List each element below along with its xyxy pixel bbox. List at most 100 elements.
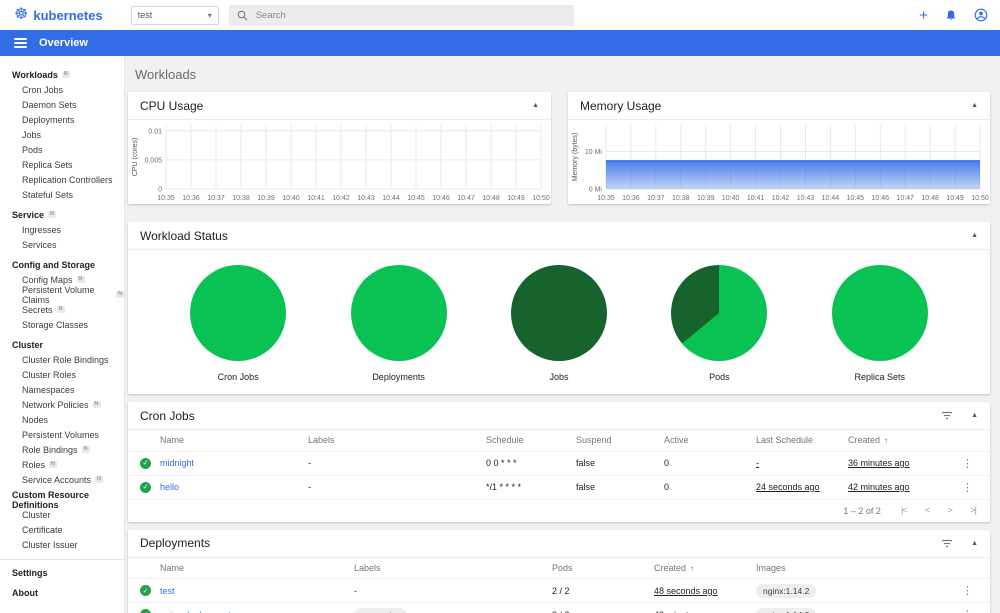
resource-name-link[interactable]: test [160,586,175,596]
relative-time-link[interactable]: 48 seconds ago [654,586,718,596]
memory-usage-title: Memory Usage [580,98,662,113]
row-menu-kebab-icon[interactable]: ⋮ [962,482,973,494]
column-header-name[interactable]: Name [160,557,354,579]
svg-text:10:43: 10:43 [797,195,815,202]
svg-text:10:44: 10:44 [382,195,400,202]
column-header-labels[interactable]: Labels [308,430,486,452]
relative-time-link[interactable]: 42 minutes ago [848,482,910,492]
sidebar-label: Cluster [12,339,44,350]
sidebar-header-custom-resource-definitions[interactable]: Custom Resource Definitions [0,490,124,510]
svg-text:10:39: 10:39 [257,195,275,202]
sidebar-item-namespaces[interactable]: Namespaces [0,382,124,397]
filter-icon[interactable] [941,411,953,420]
relative-time-link[interactable]: 42 minutes ago [654,610,716,613]
collapse-caret-icon[interactable]: ▲ [971,540,978,547]
table-row: ✓ midnight - 0 0 * * * false 0 - 36 minutes ago… [128,451,990,476]
sidebar-label: Cluster Roles [22,369,77,380]
row-menu-kebab-icon[interactable]: ⋮ [962,609,973,613]
sidebar-item-service-accounts[interactable]: Service Accounts N [0,472,124,487]
pie-chart [350,265,447,361]
sidebar-item-persistent-volumes[interactable]: Persistent Volumes [0,427,124,442]
kubernetes-logo[interactable]: ☸ kubernetes [14,7,103,23]
resource-name-link[interactable]: midnight [160,458,194,468]
sidebar-item-storage-classes[interactable]: Storage Classes [0,317,124,332]
svg-text:10:43: 10:43 [357,195,375,202]
sidebar-item-cluster-role-bindings[interactable]: Cluster Role Bindings [0,352,124,367]
sidebar-item-cluster-roles[interactable]: Cluster Roles [0,367,124,382]
sidebar-label: Cluster Issuer [22,539,78,550]
last-page-icon[interactable]: >| [970,505,977,516]
sidebar-label: Cluster [22,509,51,520]
page-title: Workloads [135,67,197,82]
svg-text:10:50: 10:50 [532,195,550,202]
sidebar-item-services[interactable]: Services [0,237,124,252]
notifications-bell-icon[interactable] [945,9,957,22]
collapse-caret-icon[interactable]: ▲ [971,412,978,419]
filter-icon[interactable] [941,539,953,548]
collapse-caret-icon[interactable]: ▲ [532,102,539,109]
workload-status-title: Workload Status [140,228,228,243]
sidebar-item-deployments[interactable]: Deployments [0,112,124,127]
prev-page-icon[interactable]: < [925,505,930,516]
row-menu-kebab-icon[interactable]: ⋮ [962,585,973,597]
sidebar-item-ingresses[interactable]: Ingresses [0,222,124,237]
collapse-caret-icon[interactable]: ▲ [971,102,978,109]
sidebar-item-persistent-volume-claims[interactable]: Persistent Volume Claims N [0,285,124,305]
relative-time-link[interactable]: - [756,458,759,468]
svg-text:10:35: 10:35 [597,195,615,202]
column-header-suspend[interactable]: Suspend [576,430,664,452]
sidebar-header-service[interactable]: Service N [0,207,124,222]
sidebar-item-daemon-sets[interactable]: Daemon Sets [0,97,124,112]
namespace-selector[interactable]: test ▾ [130,5,219,25]
sidebar-header-config-and-storage[interactable]: Config and Storage [0,257,124,272]
column-header-schedule[interactable]: Schedule [486,430,576,452]
sidebar-item-roles[interactable]: Roles N [0,457,124,472]
column-header-labels[interactable]: Labels [354,557,552,579]
sidebar-label: Certificate [22,524,63,535]
sidebar-header-workloads[interactable]: Workloads N [0,67,124,82]
collapse-caret-icon[interactable]: ▲ [971,232,978,239]
column-header-pods[interactable]: Pods [552,557,654,579]
svg-text:10:45: 10:45 [847,195,865,202]
sidebar-label: Pods [22,144,43,155]
resource-name-link[interactable]: hello [160,482,179,492]
user-account-icon[interactable] [974,8,988,22]
menu-hamburger-icon[interactable] [14,36,27,50]
sidebar-header-settings[interactable]: Settings [0,565,124,580]
sidebar-item-cron-jobs[interactable]: Cron Jobs [0,82,124,97]
create-resource-plus-icon[interactable]: + [919,8,928,23]
sidebar-item-cluster-issuer[interactable]: Cluster Issuer [0,537,124,552]
relative-time-link[interactable]: 36 minutes ago [848,458,910,468]
column-header-images[interactable]: Images [756,557,962,579]
row-menu-kebab-icon[interactable]: ⋮ [962,458,973,470]
column-header-active[interactable]: Active [664,430,756,452]
sidebar-item-nodes[interactable]: Nodes [0,412,124,427]
sidebar-label: Config Maps [22,274,73,285]
sidebar-header-about[interactable]: About [0,585,124,600]
column-header-created[interactable]: Created ↑ [848,430,962,452]
first-page-icon[interactable]: |< [901,505,908,516]
main-content: Workloads CPU Usage ▲ 10:35 10:36 10:37 10:… [125,56,1000,613]
sidebar-item-network-policies[interactable]: Network Policies N [0,397,124,412]
svg-text:10:47: 10:47 [457,195,475,202]
sidebar-item-stateful-sets[interactable]: Stateful Sets [0,187,124,202]
sidebar-item-jobs[interactable]: Jobs [0,127,124,142]
table-row: ✓ test - 2 / 2 48 seconds ago nginx:1.14.2 ⋮ [128,578,990,603]
sidebar-item-pods[interactable]: Pods [0,142,124,157]
search-input[interactable] [255,9,536,21]
search-bar[interactable] [228,4,574,26]
namespaced-badge: N [61,70,70,79]
sidebar-header-cluster[interactable]: Cluster [0,337,124,352]
relative-time-link[interactable]: 24 seconds ago [756,482,820,492]
svg-text:10:38: 10:38 [672,195,690,202]
sidebar-item-replica-sets[interactable]: Replica Sets [0,157,124,172]
sidebar-label: Ingresses [22,224,62,235]
next-page-icon[interactable]: > [947,505,952,516]
sidebar-item-certificate[interactable]: Certificate [0,522,124,537]
column-header-name[interactable]: Name [160,430,308,452]
sidebar-item-role-bindings[interactable]: Role Bindings N [0,442,124,457]
column-header-last-schedule[interactable]: Last Schedule [756,430,848,452]
sidebar-item-replication-controllers[interactable]: Replication Controllers [0,172,124,187]
resource-name-link[interactable]: nginx-deployment [160,610,231,613]
column-header-created[interactable]: Created ↑ [654,557,756,579]
